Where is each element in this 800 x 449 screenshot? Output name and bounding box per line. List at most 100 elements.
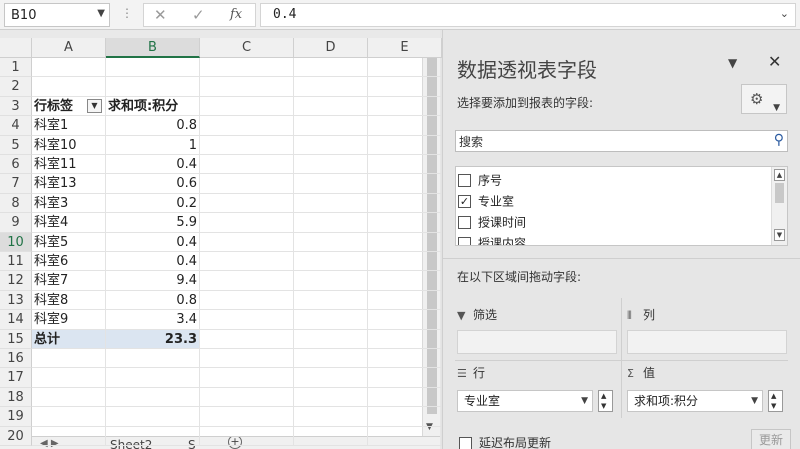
field-item[interactable]: 序号 <box>458 170 770 190</box>
cell-b11[interactable]: 0.4 <box>106 252 200 272</box>
cell-d15[interactable] <box>294 329 368 349</box>
cell-a3[interactable]: 行标签 ▼ <box>32 96 106 117</box>
cell-a5[interactable]: 科室10 <box>32 135 106 155</box>
cell-a9[interactable]: 科室4 <box>32 213 106 233</box>
cell-d11[interactable] <box>294 252 368 272</box>
row-header-9[interactable]: 9 <box>0 213 32 233</box>
cell-d4[interactable] <box>294 116 368 136</box>
cell-b7[interactable]: 0.6 <box>106 174 200 194</box>
cell-c2[interactable] <box>200 77 294 97</box>
cell-d7[interactable] <box>294 174 368 194</box>
cell-d1[interactable] <box>294 58 368 78</box>
row-header-19[interactable]: 19 <box>0 407 32 427</box>
cell-d12[interactable] <box>294 271 368 291</box>
cell-a4[interactable]: 科室1 <box>32 116 106 136</box>
chevron-down-icon[interactable]: ▼ <box>97 8 105 19</box>
cell-b2[interactable] <box>106 77 200 97</box>
row-header-16[interactable]: 16 <box>0 349 32 369</box>
cell-d5[interactable] <box>294 135 368 155</box>
cell-b15[interactable]: 23.3 <box>106 329 200 349</box>
cell-c15[interactable] <box>200 329 294 349</box>
cell-e6[interactable] <box>368 155 442 175</box>
cell-b16[interactable] <box>106 349 200 369</box>
cell-c16[interactable] <box>200 349 294 369</box>
column-header-a[interactable]: A <box>32 38 106 58</box>
cell-d6[interactable] <box>294 155 368 175</box>
cell-d8[interactable] <box>294 193 368 214</box>
row-header-17[interactable]: 17 <box>0 368 32 388</box>
cell-a18[interactable] <box>32 387 106 408</box>
cell-d2[interactable] <box>294 77 368 97</box>
cell-c6[interactable] <box>200 155 294 175</box>
column-header-c[interactable]: C <box>200 38 294 58</box>
field-search-input[interactable]: 搜索 ⚲ <box>455 130 788 152</box>
row-header-8[interactable]: 8 <box>0 193 32 214</box>
name-box[interactable]: B10 ▼ <box>4 3 110 27</box>
move-up-icon[interactable]: ▲ <box>601 392 606 400</box>
cell-b17[interactable] <box>106 368 200 388</box>
cell-e1[interactable] <box>368 58 442 78</box>
cell-c13[interactable] <box>200 290 294 311</box>
row-header-12[interactable]: 12 <box>0 271 32 291</box>
row-header-2[interactable]: 2 <box>0 77 32 97</box>
cell-a6[interactable]: 科室11 <box>32 155 106 175</box>
value-field-pill[interactable]: 求和项:积分 ▼ <box>627 390 763 412</box>
cell-e15[interactable] <box>368 329 442 349</box>
cell-c5[interactable] <box>200 135 294 155</box>
cell-d9[interactable] <box>294 213 368 233</box>
cell-a17[interactable] <box>32 368 106 388</box>
row-field-spinner[interactable]: ▲ ▼ <box>598 390 613 412</box>
cell-e13[interactable] <box>368 290 442 311</box>
cell-d19[interactable] <box>294 407 368 427</box>
columns-drop-zone[interactable] <box>627 330 787 354</box>
enter-icon[interactable]: ✓ <box>192 6 205 24</box>
move-down-icon[interactable]: ▼ <box>601 402 606 410</box>
insert-function-icon[interactable]: fx <box>230 7 242 22</box>
close-icon[interactable]: ✕ <box>768 52 781 71</box>
cell-b14[interactable]: 3.4 <box>106 310 200 330</box>
cell-e20[interactable] <box>368 426 442 446</box>
row-header-4[interactable]: 4 <box>0 116 32 136</box>
field-list-scrollbar[interactable]: ▲ ▼ <box>771 167 787 245</box>
cell-b20[interactable] <box>106 426 200 446</box>
cell-b4[interactable]: 0.8 <box>106 116 200 136</box>
cell-e10[interactable] <box>368 232 442 252</box>
cell-a10[interactable]: 科室5 <box>32 232 106 252</box>
checkbox-checked[interactable]: ✓ <box>458 195 471 208</box>
cell-a16[interactable] <box>32 349 106 369</box>
scroll-down-icon[interactable]: ▼ <box>774 229 785 241</box>
cell-d13[interactable] <box>294 290 368 311</box>
cell-b1[interactable] <box>106 58 200 78</box>
move-up-icon[interactable]: ▲ <box>771 392 776 400</box>
cell-a1[interactable] <box>32 58 106 78</box>
search-icon[interactable]: ⚲ <box>774 132 784 148</box>
worksheet-grid[interactable]: ▲ ▼ ◀ ▶ Sheet2 S + ABCDE123行标签▼求和项:积分4科室… <box>0 38 442 449</box>
cell-d17[interactable] <box>294 368 368 388</box>
cell-e19[interactable] <box>368 407 442 427</box>
chevron-down-icon[interactable]: ▼ <box>581 391 588 411</box>
cell-b3[interactable]: 求和项:积分 <box>106 96 200 117</box>
cell-d20[interactable] <box>294 426 368 446</box>
cell-b13[interactable]: 0.8 <box>106 290 200 311</box>
cell-e5[interactable] <box>368 135 442 155</box>
cell-c12[interactable] <box>200 271 294 291</box>
checkbox[interactable] <box>458 174 471 187</box>
cell-a11[interactable]: 科室6 <box>32 252 106 272</box>
defer-update-checkbox[interactable] <box>459 437 472 449</box>
cell-e4[interactable] <box>368 116 442 136</box>
cell-e18[interactable] <box>368 387 442 408</box>
cell-a7[interactable]: 科室13 <box>32 174 106 194</box>
cell-a15[interactable]: 总计 <box>32 329 106 349</box>
cell-e17[interactable] <box>368 368 442 388</box>
row-header-7[interactable]: 7 <box>0 174 32 194</box>
cell-c20[interactable] <box>200 426 294 446</box>
cell-c19[interactable] <box>200 407 294 427</box>
field-settings-button[interactable]: ⚙ ▼ <box>741 84 787 114</box>
cell-a2[interactable] <box>32 77 106 97</box>
cell-c7[interactable] <box>200 174 294 194</box>
select-all-corner[interactable] <box>0 38 32 58</box>
cell-b8[interactable]: 0.2 <box>106 193 200 214</box>
formula-input[interactable]: 0.4 ⌄ <box>260 3 796 27</box>
cell-b18[interactable] <box>106 387 200 408</box>
row-header-6[interactable]: 6 <box>0 155 32 175</box>
